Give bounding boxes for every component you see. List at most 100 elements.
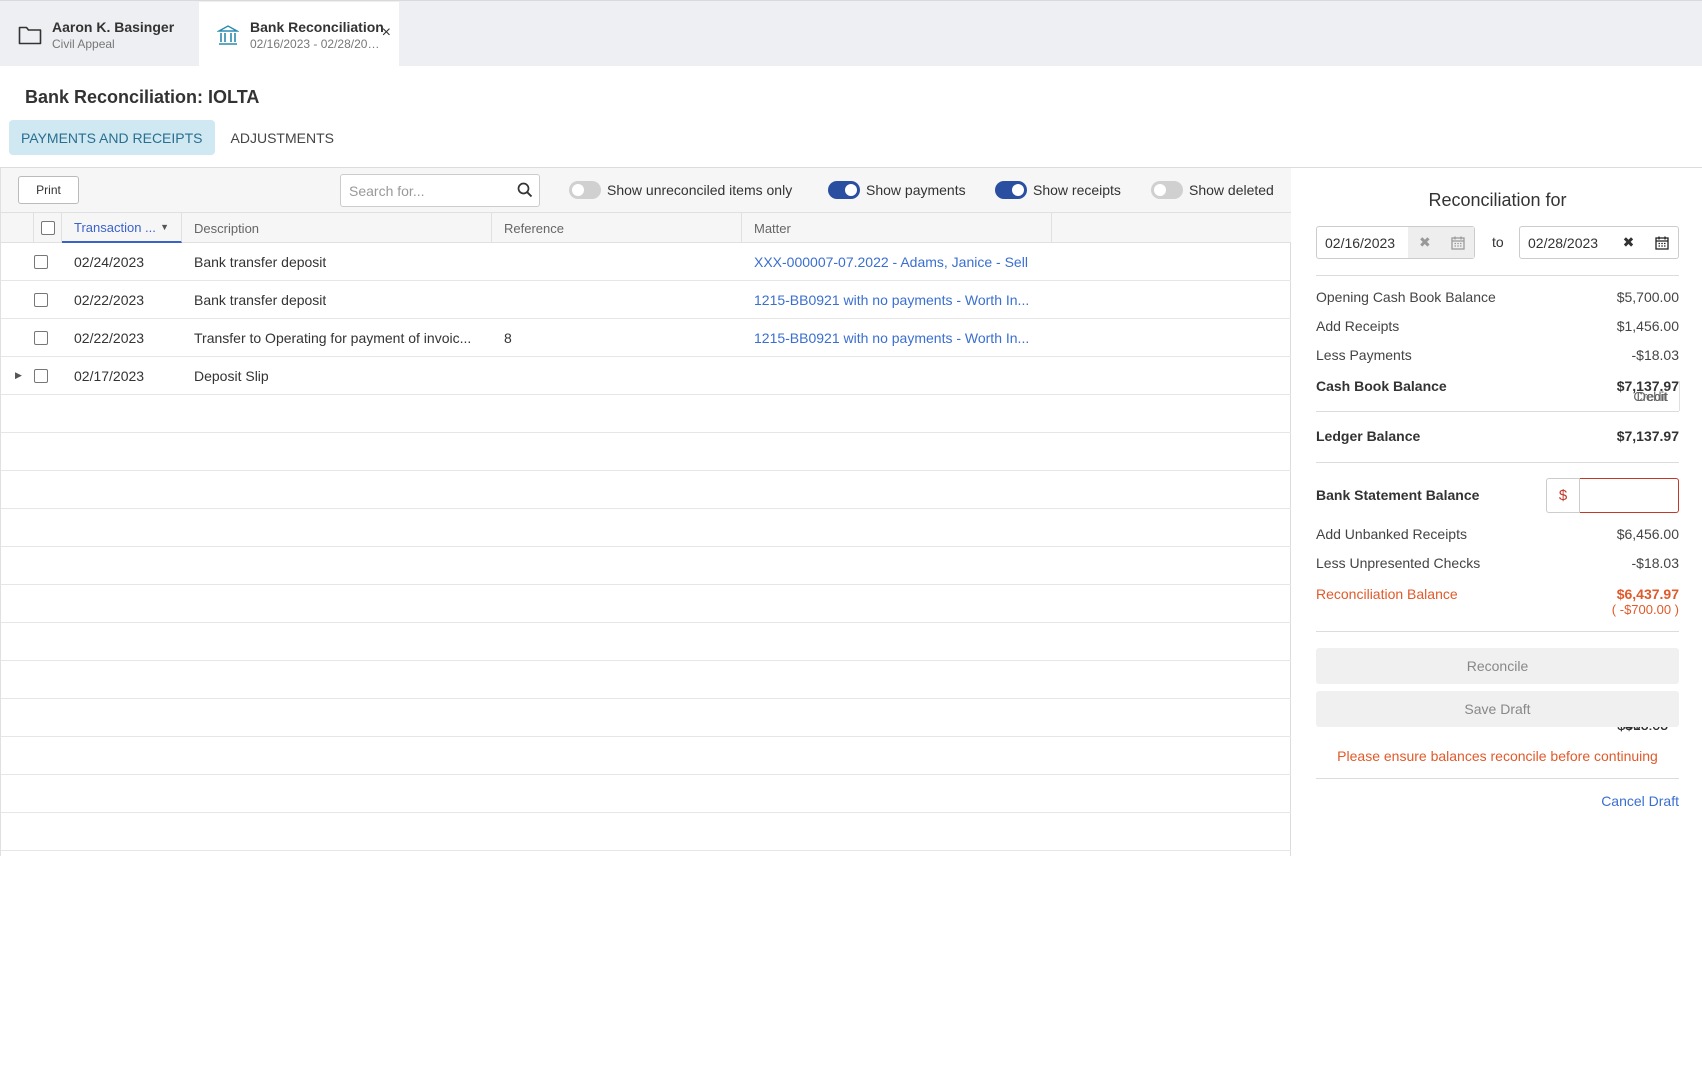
- toggle-show-receipts[interactable]: Show receipts: [995, 181, 1121, 199]
- less-payments-row: Less Payments -$18.03: [1316, 347, 1679, 363]
- ledger-balance-row: Ledger Balance $7,137.97: [1316, 428, 1679, 444]
- date-cell: 02/22/2023: [62, 281, 182, 318]
- description-cell: Transfer to Operating for payment of inv…: [182, 319, 492, 356]
- empty-row: [1, 623, 1291, 661]
- expand-cell: [1, 281, 34, 318]
- warning-message: Please ensure balances reconcile before …: [1337, 748, 1658, 764]
- header-select-all: [34, 213, 62, 243]
- column-matter[interactable]: Matter: [742, 213, 1052, 243]
- empty-row: [1, 813, 1291, 851]
- calendar-icon[interactable]: [1645, 227, 1678, 258]
- row-label: Less Payments: [1316, 347, 1412, 363]
- clear-icon[interactable]: ✖: [1612, 227, 1645, 258]
- matter-cell[interactable]: XXX-000007-07.2022 - Adams, Janice - Sel…: [742, 243, 1052, 280]
- currency-addon: $: [1546, 478, 1580, 513]
- select-cell[interactable]: [34, 357, 62, 394]
- date-cell: 02/22/2023: [62, 319, 182, 356]
- row-checkbox[interactable]: [34, 254, 48, 269]
- row-label: Add Unbanked Receipts: [1316, 526, 1467, 542]
- divider: [1316, 631, 1679, 632]
- matter-link[interactable]: 1215-BB0921 with no payments - Worth In.…: [754, 292, 1029, 308]
- matter-cell[interactable]: 1215-BB0921 with no payments - Worth In.…: [742, 319, 1052, 356]
- save-draft-button[interactable]: Save Draft: [1316, 691, 1679, 727]
- tab-matter-title: Aaron K. Basinger: [52, 18, 175, 35]
- matter-link[interactable]: XXX-000007-07.2022 - Adams, Janice - Sel…: [754, 254, 1028, 270]
- tab-matter[interactable]: Aaron K. Basinger Civil Appeal: [0, 2, 198, 67]
- select-cell[interactable]: [34, 281, 62, 318]
- expand-cell: [1, 319, 34, 356]
- description-cell: Deposit Slip: [182, 357, 492, 394]
- expand-cell: [1, 243, 34, 280]
- row-checkbox[interactable]: [34, 368, 48, 383]
- row-checkbox[interactable]: [34, 292, 48, 307]
- row-value: $6,456.00: [1616, 526, 1679, 542]
- table-row[interactable]: 02/24/2023 Bank transfer deposit XXX-00000…: [1, 243, 1668, 733]
- search-input[interactable]: [341, 175, 506, 206]
- date-cell: 02/17/2023: [62, 357, 182, 394]
- tab-bank-title: Bank Reconciliation: [250, 18, 384, 35]
- to-date-value[interactable]: 02/28/2023: [1520, 227, 1612, 258]
- select-cell[interactable]: [34, 243, 62, 280]
- switch-payments[interactable]: [828, 181, 860, 199]
- from-date-picker[interactable]: 02/16/2023 ✖: [1316, 226, 1475, 259]
- unbanked-receipts-row: Add Unbanked Receipts $6,456.00: [1316, 526, 1679, 542]
- folder-icon: [18, 23, 42, 47]
- column-transaction-date[interactable]: Transaction ... ▼: [62, 213, 182, 243]
- bank-statement-balance-field[interactable]: $: [1546, 478, 1679, 513]
- matter-cell: [742, 357, 1052, 394]
- description-cell-text: Bank transfer deposit: [194, 291, 327, 308]
- empty-row: [1, 395, 1291, 433]
- unpresented-checks-row: Less Unpresented Checks -$18.03: [1316, 555, 1679, 571]
- expand-cell[interactable]: ▶: [1, 357, 34, 394]
- toggle-show-deleted[interactable]: Show deleted: [1151, 181, 1274, 199]
- to-date-picker[interactable]: 02/28/2023 ✖: [1519, 226, 1679, 259]
- switch-deleted[interactable]: [1151, 181, 1183, 199]
- switch-receipts[interactable]: [995, 181, 1027, 199]
- toggle-unreconciled-only[interactable]: Show unreconciled items only: [569, 181, 792, 199]
- from-date-value[interactable]: 02/16/2023: [1317, 227, 1408, 258]
- matter-cell[interactable]: 1215-BB0921 with no payments - Worth In.…: [742, 281, 1052, 318]
- description-cell-text: Transfer to Operating for payment of inv…: [194, 329, 472, 346]
- close-tab-icon[interactable]: ×: [382, 24, 391, 42]
- switch-unreconciled[interactable]: [569, 181, 601, 199]
- table-row[interactable]: 02/22/2023 Bank transfer deposit 1215-BB09…: [1, 281, 1668, 733]
- select-all-checkbox[interactable]: [40, 221, 55, 235]
- calendar-icon[interactable]: [1441, 227, 1474, 258]
- table-row[interactable]: 02/22/2023 Transfer to Operating for paym…: [1, 319, 1668, 733]
- reconciliation-title: Reconciliation for: [1428, 190, 1567, 210]
- toggle-label: Show unreconciled items only: [607, 182, 793, 198]
- print-button[interactable]: Print: [18, 176, 79, 204]
- empty-row: [1, 737, 1291, 775]
- column-reference[interactable]: Reference: [492, 213, 742, 243]
- transactions-pane: Print Show unreconciled items only Show …: [0, 168, 1680, 856]
- matter-link[interactable]: 1215-BB0921 with no payments - Worth In.…: [754, 330, 1029, 346]
- tab-bank-reconciliation[interactable]: Bank Reconciliation 02/16/2023 - 02/28/2…: [199, 2, 399, 67]
- reconciliation-balance-value: $6,437.97: [1616, 586, 1679, 602]
- reference-cell: 8: [492, 319, 742, 356]
- toggle-show-payments[interactable]: Show payments: [828, 181, 966, 199]
- tab-adjustments[interactable]: ADJUSTMENTS: [219, 120, 346, 155]
- reference-cell: [492, 243, 742, 280]
- expand-row-icon[interactable]: ▶: [15, 370, 22, 381]
- description-cell-text: Deposit Slip: [194, 367, 269, 384]
- date-cell-text: 02/24/2023: [74, 253, 145, 270]
- clear-icon[interactable]: ✖: [1408, 227, 1442, 258]
- row-checkbox[interactable]: [34, 330, 48, 345]
- date-cell-text: 02/22/2023: [74, 329, 145, 346]
- cash-book-balance-row: Cash Book Balance $7,137.97: [1316, 378, 1679, 394]
- tab-payments-and-receipts[interactable]: PAYMENTS AND RECEIPTS: [9, 120, 215, 155]
- row-label: Ledger Balance: [1316, 428, 1421, 444]
- reconcile-button[interactable]: Reconcile: [1316, 648, 1679, 684]
- transactions-grid: Transaction ... ▼ Description Reference M…: [1, 213, 1680, 851]
- bank-statement-label: Bank Statement Balance: [1316, 487, 1516, 503]
- row-value: -$18.03: [1631, 347, 1679, 363]
- table-row[interactable]: ▶02/17/2023Deposit Slip$456.00: [1, 357, 1668, 733]
- grid-toolbar: Print Show unreconciled items only Show …: [1, 168, 1291, 213]
- search-icon[interactable]: [517, 182, 533, 203]
- column-description[interactable]: Description: [182, 213, 492, 243]
- bank-statement-balance-input[interactable]: [1580, 478, 1679, 513]
- toggle-label: Show deleted: [1189, 182, 1274, 198]
- cancel-draft-link[interactable]: Cancel Draft: [1601, 793, 1679, 809]
- select-cell[interactable]: [34, 319, 62, 356]
- divider: [1316, 778, 1679, 779]
